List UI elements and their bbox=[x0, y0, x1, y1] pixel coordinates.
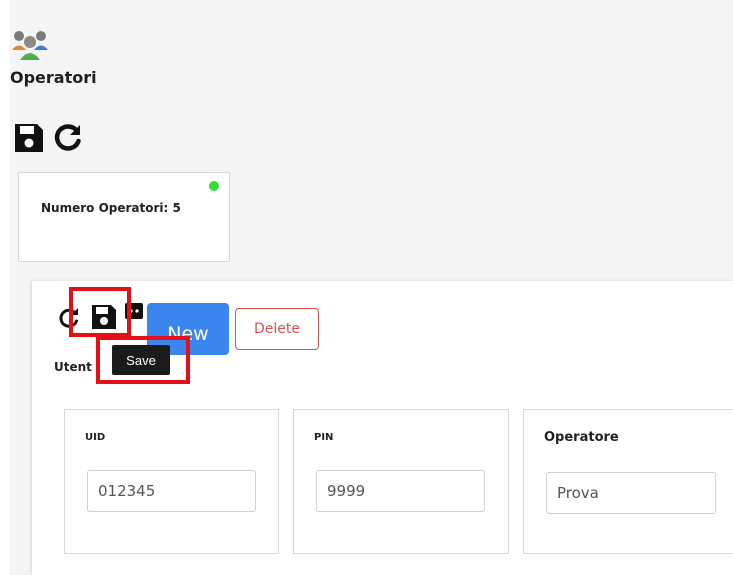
operator-edit-panel: New Delete Utent Save UID PIN Operatore bbox=[32, 281, 733, 575]
pin-field-card: PIN bbox=[293, 409, 509, 554]
uid-label: UID bbox=[85, 432, 106, 443]
status-indicator bbox=[209, 181, 219, 191]
section-label: Utent bbox=[54, 360, 92, 374]
floppy-save-icon[interactable] bbox=[13, 122, 45, 154]
uid-input[interactable] bbox=[87, 470, 256, 512]
operators-count-card: Numero Operatori: 5 bbox=[18, 172, 230, 262]
operatore-input[interactable] bbox=[546, 472, 716, 514]
left-edge bbox=[0, 0, 10, 575]
uid-field-card: UID bbox=[64, 409, 279, 554]
pin-input[interactable] bbox=[316, 470, 485, 512]
operatore-label: Operatore bbox=[544, 430, 619, 445]
operatore-field-card: Operatore bbox=[523, 409, 733, 554]
refresh-icon[interactable] bbox=[58, 307, 80, 329]
delete-button[interactable]: Delete bbox=[235, 308, 319, 350]
floppy-save-icon[interactable] bbox=[90, 303, 118, 331]
operators-count-label: Numero Operatori: 5 bbox=[41, 201, 181, 215]
save-tooltip: Save bbox=[112, 345, 170, 375]
page-title: Operatori bbox=[10, 68, 97, 87]
users-group-icon bbox=[12, 31, 48, 60]
more-icon[interactable] bbox=[125, 303, 143, 319]
pin-label: PIN bbox=[314, 432, 334, 443]
refresh-icon[interactable] bbox=[53, 122, 83, 152]
